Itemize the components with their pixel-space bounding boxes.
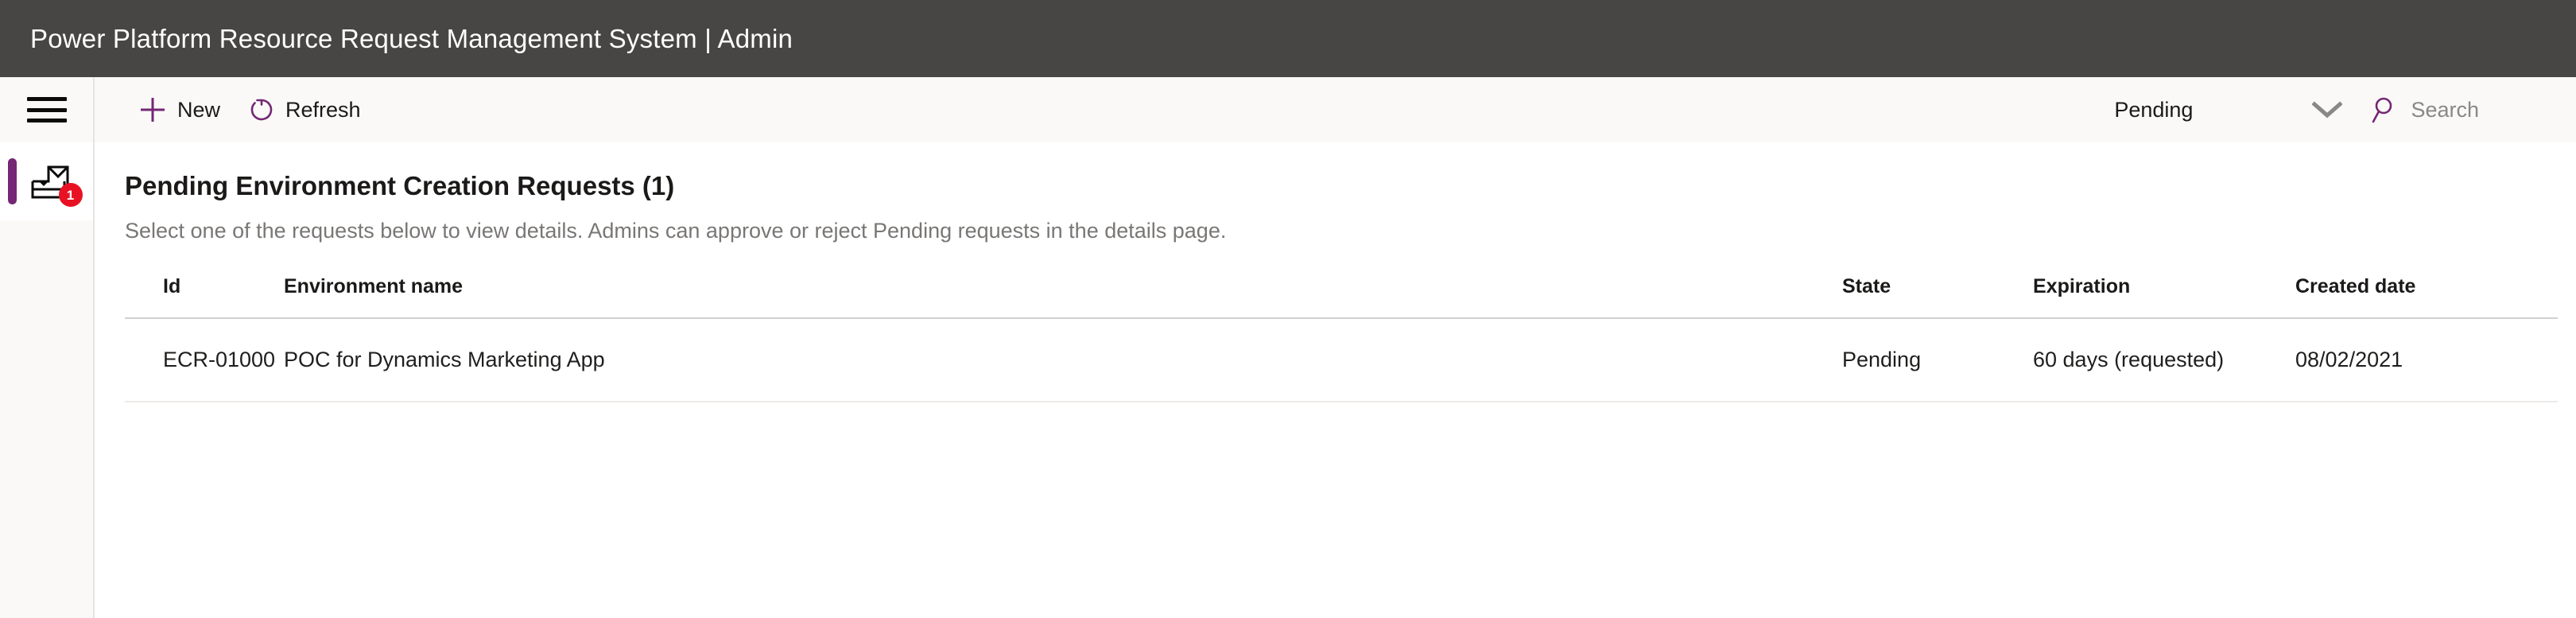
notification-badge: 1	[58, 183, 83, 207]
plus-icon	[139, 96, 166, 123]
new-button[interactable]: New	[125, 77, 235, 142]
search-placeholder-text: Search	[2411, 97, 2479, 122]
search-magnifier-icon	[2371, 96, 2396, 123]
command-bar: New Refresh Pending Search	[95, 77, 2576, 142]
refresh-button[interactable]: Refresh	[235, 77, 375, 142]
inbox-tray-icon-wrapper: 1	[27, 159, 83, 207]
chevron-down-icon[interactable]	[2312, 100, 2343, 119]
cell-id: ECR-01000	[125, 318, 284, 402]
requests-table-body: ECR-01000 POC for Dynamics Marketing App…	[125, 318, 2558, 402]
cell-state: Pending	[1842, 318, 2033, 402]
page-title: Pending Environment Creation Requests (1…	[125, 171, 675, 200]
column-header-state[interactable]: State	[1842, 275, 2033, 319]
table-row[interactable]: ECR-01000 POC for Dynamics Marketing App…	[125, 318, 2558, 402]
state-filter-value: Pending	[2114, 97, 2194, 122]
refresh-button-label: Refresh	[285, 97, 361, 122]
column-header-created-date[interactable]: Created date	[2295, 275, 2558, 319]
column-header-environment-name[interactable]: Environment name	[284, 275, 1842, 319]
app-title: Power Platform Resource Request Manageme…	[30, 23, 793, 53]
search-input[interactable]: Search	[2350, 77, 2496, 142]
cell-environment-name: POC for Dynamics Marketing App	[284, 318, 1842, 402]
sidebar-item-requests[interactable]: 1	[0, 142, 93, 220]
column-header-expiration[interactable]: Expiration	[2033, 275, 2295, 319]
main-panel: Pending Environment Creation Requests (1…	[95, 142, 2576, 618]
state-filter-dropdown[interactable]: Pending	[2106, 77, 2350, 142]
column-header-id[interactable]: Id	[125, 275, 284, 319]
table-header-row: Id Environment name State Expiration Cre…	[125, 275, 2558, 319]
left-navigation-rail: 1	[0, 77, 95, 618]
requests-table: Id Environment name State Expiration Cre…	[125, 275, 2558, 402]
refresh-circular-arrow-icon	[249, 97, 274, 122]
requests-table-head: Id Environment name State Expiration Cre…	[125, 275, 2558, 319]
cell-created-date: 08/02/2021	[2295, 318, 2558, 402]
app-body: 1 New Refresh Pending Search Pending Env…	[0, 77, 2576, 618]
cell-expiration: 60 days (requested)	[2033, 318, 2295, 402]
new-button-label: New	[177, 97, 221, 122]
page-subtitle: Select one of the requests below to view…	[125, 219, 1227, 243]
hamburger-menu-button[interactable]	[0, 77, 93, 142]
app-header-bar: Power Platform Resource Request Manageme…	[0, 0, 2576, 77]
content-column: New Refresh Pending Search Pending Envir…	[95, 77, 2576, 618]
active-indicator-pill	[8, 158, 17, 204]
hamburger-menu-icon	[26, 97, 67, 122]
